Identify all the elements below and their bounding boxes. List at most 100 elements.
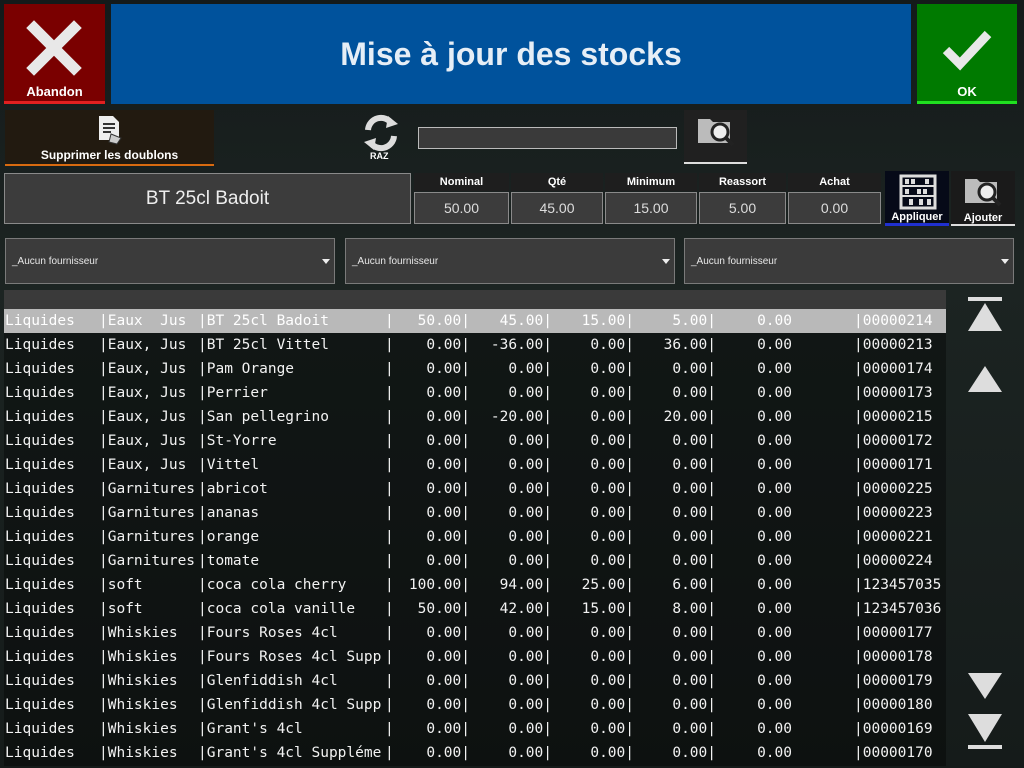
scroll-bottom-icon[interactable] bbox=[960, 712, 1010, 752]
row-minimum: 0.00| bbox=[590, 337, 634, 353]
product-name: BT 25cl Badoit bbox=[4, 173, 411, 224]
appliquer-button[interactable]: Appliquer bbox=[885, 171, 949, 226]
table-row[interactable]: Liquides |Eaux Jus |BT 25cl Badoit | 50.00| 4… bbox=[4, 309, 946, 333]
table-row[interactable]: Liquides |Eaux, Jus |Vittel | 0.00| 0.00| 0.00… bbox=[4, 453, 946, 477]
row-nominal: 0.00| bbox=[426, 409, 470, 425]
row-code: |00000214 bbox=[854, 313, 933, 329]
row-qte: 0.00| bbox=[508, 673, 552, 689]
minimum-value[interactable]: 15.00 bbox=[605, 192, 697, 224]
row-achat: 0.00 bbox=[757, 697, 792, 713]
row-category: |Eaux, Jus bbox=[99, 361, 187, 377]
row-family: Liquides bbox=[5, 673, 75, 689]
row-code: |123457036 bbox=[854, 601, 942, 617]
row-family: Liquides bbox=[5, 529, 75, 545]
row-qte: 0.00| bbox=[508, 361, 552, 377]
achat-value[interactable]: 0.00 bbox=[788, 192, 881, 224]
scroll-down-icon[interactable] bbox=[960, 671, 1010, 701]
table-row[interactable]: Liquides |soft |coca cola cherry | 100.00| 94… bbox=[4, 573, 946, 597]
document-tag-icon bbox=[99, 116, 122, 145]
row-sep: | bbox=[385, 697, 394, 713]
table-row[interactable]: Liquides |Eaux, Jus |Pam Orange | 0.00| 0.00|… bbox=[4, 357, 946, 381]
row-product: |Fours Roses 4cl Supp bbox=[198, 649, 382, 665]
row-qte: 0.00| bbox=[508, 481, 552, 497]
row-qte: 0.00| bbox=[508, 385, 552, 401]
row-minimum: 0.00| bbox=[590, 481, 634, 497]
nominal-column: Nominal 50.00 bbox=[414, 173, 509, 225]
row-code: |00000180 bbox=[854, 697, 933, 713]
supplier-select-value: _Aucun fournisseur bbox=[352, 256, 439, 267]
row-minimum: 0.00| bbox=[590, 553, 634, 569]
ajouter-button[interactable]: Ajouter bbox=[951, 171, 1015, 226]
row-minimum: 0.00| bbox=[590, 649, 634, 665]
row-category: |Whiskies bbox=[99, 625, 178, 641]
table-row[interactable]: Liquides |Garnitures |ananas | 0.00| 0.00| 0.0… bbox=[4, 501, 946, 525]
abandon-button[interactable]: Abandon bbox=[4, 4, 105, 104]
row-product: |Vittel bbox=[198, 457, 260, 473]
row-reassort: 0.00| bbox=[672, 481, 716, 497]
table-row[interactable]: Liquides |Eaux, Jus |San pellegrino | 0.00| -… bbox=[4, 405, 946, 429]
row-product: |Pam Orange bbox=[198, 361, 295, 377]
table-row[interactable]: Liquides |Whiskies |Grant's 4cl Suppléme | 0… bbox=[4, 741, 946, 765]
qte-column: Qté 45.00 bbox=[511, 173, 603, 225]
row-achat: 0.00 bbox=[757, 721, 792, 737]
search-input[interactable] bbox=[418, 127, 677, 149]
table-row[interactable]: Liquides |Garnitures |orange | 0.00| 0.00| 0.0… bbox=[4, 525, 946, 549]
row-achat: 0.00 bbox=[757, 337, 792, 353]
ok-button[interactable]: OK bbox=[917, 4, 1017, 104]
row-minimum: 15.00| bbox=[581, 313, 634, 329]
nominal-value[interactable]: 50.00 bbox=[414, 192, 509, 224]
minimum-label: Minimum bbox=[605, 173, 697, 191]
table-row[interactable]: Liquides |Garnitures |tomate | 0.00| 0.00| 0.0… bbox=[4, 549, 946, 573]
row-sep: | bbox=[385, 745, 394, 761]
folder-search-icon bbox=[965, 179, 1002, 207]
row-achat: 0.00 bbox=[757, 313, 792, 329]
ajouter-label: Ajouter bbox=[963, 212, 1003, 224]
row-category: |Eaux Jus bbox=[99, 313, 187, 329]
row-reassort: 0.00| bbox=[672, 625, 716, 641]
search-button[interactable] bbox=[684, 110, 747, 164]
supplier-select-1[interactable]: _Aucun fournisseur bbox=[5, 238, 335, 284]
scroll-up-icon[interactable] bbox=[960, 364, 1010, 394]
table-row[interactable]: Liquides |Whiskies |Grant's 4cl | 0.00| 0.00|… bbox=[4, 717, 946, 741]
row-achat: 0.00 bbox=[757, 433, 792, 449]
table-row[interactable]: Liquides |Whiskies |Fours Roses 4cl | 0.00| 0… bbox=[4, 621, 946, 645]
row-minimum: 0.00| bbox=[590, 625, 634, 641]
supplier-select-2[interactable]: _Aucun fournisseur bbox=[345, 238, 675, 284]
row-sep: | bbox=[385, 409, 394, 425]
qte-value[interactable]: 45.00 bbox=[511, 192, 603, 224]
row-product: |coca cola vanille bbox=[198, 601, 356, 617]
row-nominal: 0.00| bbox=[426, 697, 470, 713]
row-category: |Whiskies bbox=[99, 649, 178, 665]
scroll-top-icon[interactable] bbox=[960, 295, 1010, 335]
row-reassort: 0.00| bbox=[672, 673, 716, 689]
minimum-column: Minimum 15.00 bbox=[605, 173, 697, 225]
reassort-value[interactable]: 5.00 bbox=[699, 192, 786, 224]
achat-label: Achat bbox=[788, 173, 881, 191]
row-family: Liquides bbox=[5, 745, 75, 761]
raz-button[interactable]: RAZ bbox=[356, 110, 406, 164]
row-reassort: 0.00| bbox=[672, 457, 716, 473]
table-row[interactable]: Liquides |Eaux, Jus |Perrier | 0.00| 0.00| 0.0… bbox=[4, 381, 946, 405]
row-family: Liquides bbox=[5, 361, 75, 377]
row-sep: | bbox=[385, 673, 394, 689]
row-reassort: 0.00| bbox=[672, 361, 716, 377]
table-row[interactable]: Liquides |Garnitures |abricot | 0.00| 0.00| 0.… bbox=[4, 477, 946, 501]
table-row[interactable]: Liquides |Eaux, Jus |BT 25cl Vittel | 0.00| -… bbox=[4, 333, 946, 357]
row-family: Liquides bbox=[5, 433, 75, 449]
table-row[interactable]: Liquides |Whiskies |Glenfiddish 4cl | 0.00| 0… bbox=[4, 669, 946, 693]
row-nominal: 0.00| bbox=[426, 337, 470, 353]
row-reassort: 6.00| bbox=[672, 577, 716, 593]
table-row[interactable]: Liquides |Eaux, Jus |St-Yorre | 0.00| 0.00| 0.… bbox=[4, 429, 946, 453]
row-reassort: 0.00| bbox=[672, 697, 716, 713]
supplier-select-3[interactable]: _Aucun fournisseur bbox=[684, 238, 1014, 284]
remove-duplicates-button[interactable]: Supprimer les doublons bbox=[5, 110, 214, 166]
table-row[interactable]: Liquides |Whiskies |Fours Roses 4cl Supp | 0… bbox=[4, 645, 946, 669]
row-qte: -36.00| bbox=[490, 337, 552, 353]
table-row[interactable]: Liquides |soft |coca cola vanille | 50.00| 42… bbox=[4, 597, 946, 621]
stock-table: Liquides |Eaux Jus |BT 25cl Badoit | 50.00| 4… bbox=[4, 290, 946, 766]
row-sep: | bbox=[385, 433, 394, 449]
row-sep: | bbox=[385, 481, 394, 497]
row-category: |soft bbox=[99, 601, 143, 617]
row-product: |abricot bbox=[198, 481, 268, 497]
table-row[interactable]: Liquides |Whiskies |Glenfiddish 4cl Supp | 0… bbox=[4, 693, 946, 717]
